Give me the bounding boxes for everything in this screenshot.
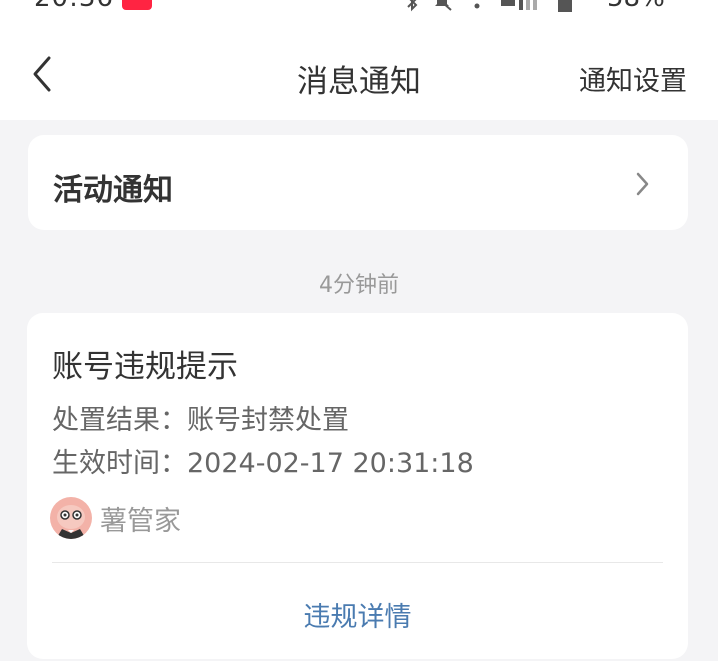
sender[interactable]: 薯管家 xyxy=(50,497,181,539)
mute-icon xyxy=(435,0,452,11)
app-notification-icon xyxy=(122,0,152,10)
notification-settings-button[interactable]: 通知设置 xyxy=(579,59,687,98)
message-effective-time-line: 生效时间：2024-02-17 20:31:18 xyxy=(52,448,474,479)
message-timestamp: 4分钟前 xyxy=(319,273,399,298)
activity-notifications-label: 活动通知 xyxy=(53,173,173,208)
bluetooth-icon xyxy=(407,0,418,12)
message-result-line: 处置结果：账号封禁处置 xyxy=(52,405,349,436)
wifi-icon xyxy=(474,3,480,9)
nav-bar: 消息通知 通知设置 xyxy=(0,14,718,120)
battery-icon xyxy=(558,0,572,12)
status-time: 20:36 xyxy=(34,0,114,13)
divider xyxy=(52,562,663,563)
message-title: 账号违规提示 xyxy=(52,349,238,385)
violation-details-link[interactable]: 违规详情 xyxy=(27,595,688,634)
status-icons xyxy=(405,0,573,12)
activity-notifications-row[interactable]: 活动通知 xyxy=(28,135,688,230)
message-card[interactable]: 账号违规提示 处置结果：账号封禁处置 生效时间：2024-02-17 20:31… xyxy=(27,313,688,659)
avatar xyxy=(50,497,92,539)
signal-icon xyxy=(501,0,537,10)
sender-name: 薯管家 xyxy=(100,505,181,537)
battery-percent: 58% xyxy=(607,0,665,13)
chevron-right-icon xyxy=(636,172,649,196)
status-bar: 20:36 58% xyxy=(0,0,718,14)
